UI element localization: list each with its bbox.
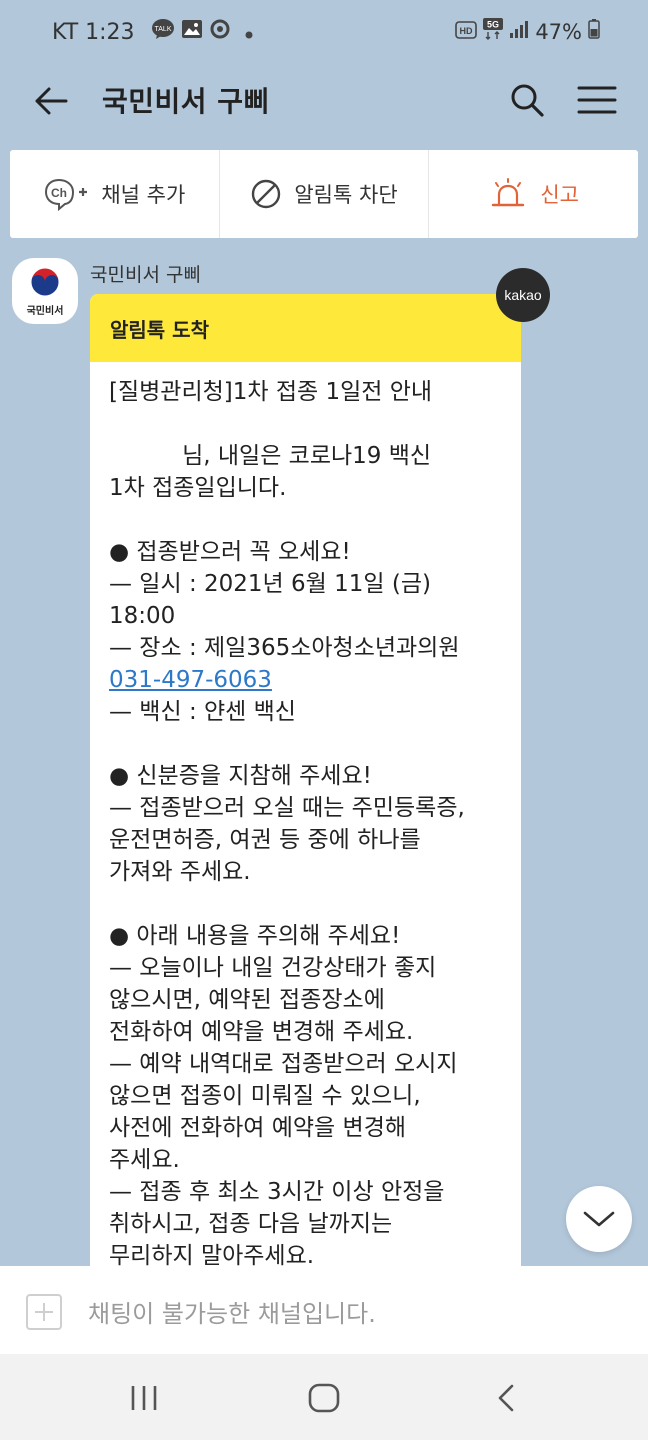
carrier-time: KT 1:23: [52, 19, 135, 45]
message-line: [109, 504, 505, 536]
phone-link[interactable]: 031-497-6063: [109, 664, 505, 696]
system-back-button[interactable]: [482, 1376, 530, 1420]
gallery-notification-icon: [181, 19, 203, 45]
hamburger-menu-icon: [577, 86, 617, 114]
message-line: — 예약 내역대로 접종받으러 오시지: [109, 1051, 458, 1077]
block-alimtalk-button[interactable]: 알림톡 차단: [220, 150, 430, 238]
attach-button: [26, 1294, 62, 1330]
message-bubble: 알림톡 도착 [질병관리청]1차 접종 1일전 안내 님, 내일은 코로나19 …: [90, 294, 521, 1274]
block-icon: [250, 178, 282, 210]
search-button[interactable]: [505, 78, 549, 122]
more-notifications-dot-icon: [245, 20, 253, 45]
kakaotalk-notification-icon: TALK: [151, 18, 175, 46]
add-channel-button[interactable]: Ch 채널 추가: [10, 150, 220, 238]
message-line: ● 접종받으러 꼭 오세요!: [109, 539, 351, 565]
system-nav-bar: [0, 1354, 648, 1440]
message-line: 가져와 주세요.: [109, 859, 251, 885]
chat-input-bar: 채팅이 불가능한 채널입니다.: [0, 1266, 648, 1354]
message-line: 취하시고, 접종 다음 날까지는: [109, 1211, 393, 1237]
chevron-down-icon: [583, 1211, 615, 1227]
alimtalk-header: 알림톡 도착: [90, 294, 521, 362]
message-line: — 접종받으러 오실 때는 주민등록증,: [109, 795, 465, 821]
message-line: 18:00: [109, 603, 176, 629]
message-line: — 오늘이나 내일 건강상태가 좋지: [109, 955, 437, 981]
menu-button[interactable]: [574, 78, 620, 122]
message-line: — 장소 : 제일365소아청소년과의원: [109, 635, 460, 661]
hd-voice-icon: HD: [455, 20, 478, 44]
network-label: 5G: [487, 20, 499, 30]
talk-label: TALK: [154, 26, 171, 33]
sync-notification-icon: [209, 18, 231, 46]
signal-strength-icon: [509, 19, 529, 44]
battery-percent: 47%: [535, 19, 582, 44]
hd-label: HD: [460, 26, 473, 36]
message-line: 사전에 전화하여 예약을 변경해: [109, 1115, 407, 1141]
message-line: — 접종 후 최소 3시간 이상 안정을: [109, 1179, 445, 1205]
message-line: 주세요.: [109, 1147, 180, 1173]
report-label: 신고: [540, 183, 579, 207]
message-line: ● 아래 내용을 주의해 주세요!: [109, 923, 401, 949]
home-icon: [308, 1383, 340, 1413]
battery-icon: [588, 19, 600, 44]
avatar-label: 국민비서: [26, 306, 64, 317]
message-line: — 백신 : 얀센 백신: [109, 699, 296, 725]
kakao-badge: kakao: [496, 268, 550, 322]
chat-header: 국민비서 구삐: [0, 64, 648, 140]
message-line: ● 신분증을 지참해 주세요!: [109, 763, 372, 789]
avatar[interactable]: 국민비서: [12, 258, 78, 324]
back-button[interactable]: [30, 80, 72, 122]
scroll-to-bottom-button[interactable]: [566, 1186, 632, 1252]
chevron-left-icon: [498, 1384, 514, 1412]
message-line: [109, 728, 505, 760]
status-bar: KT 1:23 TALK HD 5G 47%: [0, 0, 648, 64]
search-icon: [511, 84, 544, 117]
siren-report-icon: [488, 178, 528, 210]
message-line: 않으시면, 예약된 접종장소에: [109, 987, 385, 1013]
channel-action-bar: Ch 채널 추가 알림톡 차단 신고: [10, 150, 638, 238]
ch-label: Ch: [51, 186, 67, 200]
recent-apps-icon: [131, 1386, 157, 1410]
message-line: 않으면 접종이 미뤄질 수 있으니,: [109, 1083, 421, 1109]
message-line: [109, 408, 505, 440]
add-channel-label: 채널 추가: [101, 183, 186, 207]
message-line: 전화하여 예약을 변경해 주세요.: [109, 1019, 414, 1045]
message-line: [질병관리청]1차 접종 1일전 안내: [109, 379, 433, 405]
message-body: [질병관리청]1차 접종 1일전 안내 님, 내일은 코로나19 백신 1차 접…: [90, 362, 521, 1272]
page-title: 국민비서 구삐: [102, 85, 270, 118]
message-line: [109, 888, 505, 920]
home-button[interactable]: [300, 1376, 348, 1420]
add-channel-icon: Ch: [43, 177, 89, 211]
message-line: — 일시 : 2021년 6월 11일 (금): [109, 571, 431, 597]
message-line: 1차 접종일입니다.: [109, 475, 287, 501]
message-line: 운전면허증, 여권 등 중에 하나를: [109, 827, 421, 853]
report-button[interactable]: 신고: [429, 150, 638, 238]
block-alimtalk-label: 알림톡 차단: [294, 183, 398, 207]
recent-apps-button[interactable]: [120, 1376, 168, 1420]
network-5g-icon: 5G: [483, 18, 504, 45]
sender-name: 국민비서 구삐: [90, 264, 201, 286]
plus-icon: [35, 1303, 53, 1321]
message-line: 님, 내일은 코로나19 백신: [109, 443, 432, 469]
back-arrow-icon: [35, 87, 68, 115]
chat-disabled-text: 채팅이 불가능한 채널입니다.: [88, 1300, 376, 1328]
